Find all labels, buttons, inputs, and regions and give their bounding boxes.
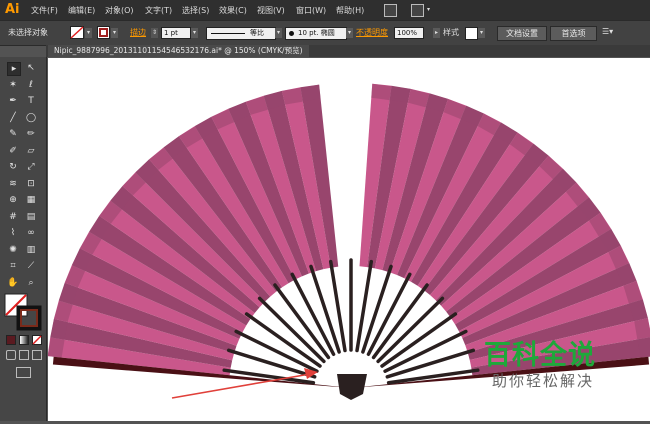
preferences-button[interactable]: 首选项 bbox=[550, 26, 597, 41]
panel-menu-icon[interactable]: ☰▾ bbox=[602, 27, 613, 36]
menu-effect[interactable]: 效果(C) bbox=[219, 5, 247, 16]
slice-icon[interactable]: ⟋ bbox=[25, 260, 37, 272]
free-transform-icon[interactable]: ⊡ bbox=[25, 178, 37, 190]
chevron-down-icon[interactable]: ▾ bbox=[478, 28, 485, 38]
selection-status: 未选择对象 bbox=[8, 28, 48, 37]
gradient-swatch-icon[interactable] bbox=[19, 335, 29, 345]
document-tab[interactable]: Nipic_9887996_20131101154546532176.ai* @… bbox=[48, 45, 309, 57]
fill-stroke-icon[interactable] bbox=[4, 293, 42, 331]
chevron-down-icon[interactable]: ▾ bbox=[191, 28, 198, 38]
opacity-label[interactable]: 不透明度 bbox=[356, 27, 388, 38]
arrange-documents-icon[interactable] bbox=[411, 4, 424, 17]
document-setup-button[interactable]: 文档设置 bbox=[497, 26, 547, 41]
lasso-icon[interactable]: ℓ bbox=[25, 79, 37, 91]
scale-icon[interactable]: ⤢ bbox=[25, 161, 37, 173]
ellipse-icon[interactable]: ◯ bbox=[25, 112, 37, 124]
chevron-down-icon[interactable]: ▾ bbox=[275, 28, 282, 38]
stroke-label[interactable]: 描边 bbox=[130, 27, 146, 38]
symbol-sprayer-icon[interactable]: ✺ bbox=[7, 244, 19, 256]
warp-icon[interactable]: ≋ bbox=[7, 178, 19, 190]
menu-help[interactable]: 帮助(H) bbox=[336, 5, 364, 16]
draw-behind-icon[interactable] bbox=[19, 350, 29, 360]
menu-select[interactable]: 选择(S) bbox=[182, 5, 209, 16]
pencil-icon[interactable]: ✏ bbox=[25, 128, 37, 140]
style-label: 样式 bbox=[443, 28, 459, 37]
fill-swatch-icon[interactable] bbox=[70, 26, 84, 39]
chevron-down-icon[interactable]: ▾ bbox=[346, 28, 353, 38]
chevron-down-icon[interactable]: ▸ bbox=[433, 28, 440, 38]
eyedropper-icon[interactable]: ⌇ bbox=[7, 227, 19, 239]
bridge-icon[interactable] bbox=[384, 4, 397, 17]
pen-icon[interactable]: ✒ bbox=[7, 95, 19, 107]
menu-type[interactable]: 文字(T) bbox=[145, 5, 172, 16]
chevron-down-icon[interactable]: ▾ bbox=[425, 5, 432, 15]
menu-window[interactable]: 窗口(W) bbox=[296, 5, 326, 16]
brush-label: 10 pt. 椭圆 bbox=[298, 29, 335, 37]
control-bar: 未选择对象 ▾ ▾ 描边 ⇕ 1 pt ▾ 等比 ▾ 10 pt. 椭圆 ▾ 不… bbox=[0, 20, 650, 46]
app-logo: Ai bbox=[5, 2, 20, 17]
menu-view[interactable]: 视图(V) bbox=[257, 5, 285, 16]
rotate-icon[interactable]: ↻ bbox=[7, 161, 19, 173]
opacity-input[interactable]: 100% bbox=[394, 27, 424, 39]
zoom-icon[interactable]: ⌕ bbox=[25, 277, 37, 289]
brush-definition[interactable]: 10 pt. 椭圆 bbox=[285, 27, 347, 40]
stroke-weight-input[interactable]: 1 pt bbox=[161, 27, 191, 39]
hand-icon[interactable]: ✋ bbox=[7, 277, 19, 289]
perspective-icon[interactable]: ▦ bbox=[25, 194, 37, 206]
fan-base bbox=[337, 374, 367, 400]
menu-file[interactable]: 文件(F) bbox=[31, 5, 58, 16]
tools-panel: ▸ ↖ ✶ ℓ ✒ T ╱ ◯ ✎ ✏ ✐ ▱ ↻ ⤢ ≋ ⊡ ⊕ ▦ # ▤ ⌇ ∞ ✺ ▥ ⌗ ⟋ ✋ ⌕ bbox=[0, 57, 47, 421]
blob-brush-icon[interactable]: ✐ bbox=[7, 145, 19, 157]
none-icon[interactable] bbox=[32, 335, 42, 345]
chevron-down-icon[interactable]: ▾ bbox=[111, 28, 118, 38]
watermark-title: 百科全说 bbox=[484, 340, 596, 371]
variable-width-profile[interactable]: 等比 bbox=[206, 27, 276, 40]
gradient-icon[interactable]: ▤ bbox=[25, 211, 37, 223]
selection-icon[interactable]: ▸ bbox=[7, 62, 21, 76]
profile-line bbox=[211, 33, 245, 34]
stepper-icon[interactable]: ⇕ bbox=[151, 28, 158, 38]
stroke-swatch-icon[interactable] bbox=[97, 26, 110, 39]
menu-edit[interactable]: 编辑(E) bbox=[68, 5, 95, 16]
mesh-icon[interactable]: # bbox=[7, 211, 19, 223]
magic-wand-icon[interactable]: ✶ bbox=[7, 79, 19, 91]
menu-object[interactable]: 对象(O) bbox=[105, 5, 134, 16]
brush-icon[interactable]: ✎ bbox=[7, 128, 19, 140]
artboard-icon[interactable]: ⌗ bbox=[7, 260, 19, 272]
draw-inside-icon[interactable] bbox=[32, 350, 42, 360]
direct-selection-icon[interactable]: ↖ bbox=[25, 62, 37, 74]
screen-mode-icon[interactable] bbox=[16, 367, 31, 378]
draw-normal-icon[interactable] bbox=[6, 350, 16, 360]
blend-icon[interactable]: ∞ bbox=[25, 227, 37, 239]
color-icon[interactable] bbox=[6, 335, 16, 345]
shape-builder-icon[interactable]: ⊕ bbox=[7, 194, 19, 206]
profile-label: 等比 bbox=[250, 29, 264, 37]
menu-bar: Ai 文件(F) 编辑(E) 对象(O) 文字(T) 选择(S) 效果(C) 视… bbox=[0, 0, 650, 20]
type-icon[interactable]: T bbox=[25, 95, 37, 107]
graphic-style-swatch[interactable] bbox=[465, 27, 478, 40]
watermark-subtitle: 助你轻松解决 bbox=[492, 372, 595, 390]
eraser-icon[interactable]: ▱ bbox=[25, 145, 37, 157]
brush-dot-icon bbox=[289, 31, 294, 36]
line-icon[interactable]: ╱ bbox=[7, 112, 19, 124]
graph-icon[interactable]: ▥ bbox=[25, 244, 37, 256]
chevron-down-icon[interactable]: ▾ bbox=[85, 28, 92, 38]
